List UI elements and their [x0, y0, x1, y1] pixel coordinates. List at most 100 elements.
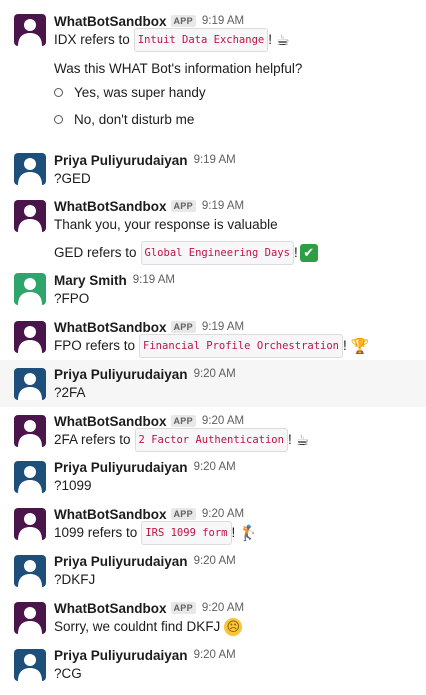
timestamp[interactable]: 9:20 AM [194, 368, 236, 380]
timestamp[interactable]: 9:20 AM [194, 461, 236, 473]
message-user: Priya Puliyurudaiyan 9:20 AM ?2FA [0, 360, 426, 407]
user-avatar[interactable] [14, 368, 46, 400]
message-text: ?1099 [54, 478, 92, 493]
text-after: ! [231, 525, 236, 540]
app-badge: APP [170, 508, 196, 520]
author-name[interactable]: WhatBotSandbox [54, 199, 167, 214]
sad-face-icon: ☹ [224, 618, 243, 636]
author-name[interactable]: Priya Puliyurudaiyan [54, 153, 188, 168]
message-user: Priya Puliyurudaiyan 9:19 AM ?GED [0, 148, 426, 190]
author-name[interactable]: WhatBotSandbox [54, 414, 167, 429]
text-before: 1099 refers to [54, 525, 138, 540]
bot-avatar[interactable] [14, 200, 46, 232]
text-before: 2FA refers to [54, 432, 131, 447]
message-text: Sorry, we couldnt find DKFJ ☹ [54, 617, 422, 637]
app-badge: APP [170, 321, 196, 333]
radio-icon[interactable] [54, 87, 63, 97]
user-avatar[interactable] [14, 273, 46, 305]
radio-option-yes[interactable]: Yes, was super handy [54, 82, 422, 102]
message-text: 1099 refers to IRS 1099 form ! 🏌 [54, 521, 422, 545]
message-bot-ged: WhatBotSandbox APP 9:19 AM Thank you, yo… [0, 194, 426, 266]
message-text: ?GED [54, 171, 91, 186]
timestamp[interactable]: 9:19 AM [202, 321, 244, 333]
message-bot-idx: WhatBotSandbox APP 9:19 AM IDX refers to… [0, 8, 426, 138]
message-header: Priya Puliyurudaiyan 9:20 AM [54, 552, 422, 570]
app-badge: APP [170, 415, 196, 427]
inline-code: Global Engineering Days [140, 241, 294, 265]
author-name[interactable]: Priya Puliyurudaiyan [54, 367, 188, 382]
text-after: ! [293, 245, 298, 260]
message-text: ?DKFJ [54, 572, 96, 587]
timestamp[interactable]: 9:20 AM [194, 649, 236, 661]
coffee-icon: ☕ [295, 431, 310, 449]
bot-avatar[interactable] [14, 415, 46, 447]
user-avatar[interactable] [14, 461, 46, 493]
bot-avatar[interactable] [14, 14, 46, 46]
author-name[interactable]: Priya Puliyurudaiyan [54, 554, 188, 569]
message-user: Priya Puliyurudaiyan 9:20 AM ?DKFJ [0, 549, 426, 593]
text-before: IDX refers to [54, 32, 130, 47]
author-name[interactable]: Priya Puliyurudaiyan [54, 460, 188, 475]
timestamp[interactable]: 9:20 AM [202, 415, 244, 427]
message-text: ?CG [54, 666, 82, 681]
radio-label: Yes, was super handy [74, 84, 206, 100]
user-avatar[interactable] [14, 555, 46, 587]
message-header: WhatBotSandbox APP 9:19 AM [54, 197, 422, 215]
bot-avatar[interactable] [14, 602, 46, 634]
radio-label: No, don't disturb me [74, 111, 195, 127]
timestamp[interactable]: 9:19 AM [133, 274, 175, 286]
author-name[interactable]: WhatBotSandbox [54, 14, 167, 29]
inline-code: Intuit Data Exchange [133, 28, 269, 52]
inline-code: IRS 1099 form [141, 521, 232, 545]
check-mark-icon: ✔ [299, 244, 318, 262]
message-header: WhatBotSandbox APP 9:20 AM [54, 505, 422, 523]
timestamp[interactable]: 9:20 AM [202, 508, 244, 520]
app-badge: APP [170, 200, 196, 212]
text-after: ! [268, 32, 272, 47]
text-before: GED refers to [54, 245, 137, 260]
message-bot-1099: WhatBotSandbox APP 9:20 AM 1099 refers t… [0, 502, 426, 546]
timestamp[interactable]: 9:20 AM [194, 555, 236, 567]
radio-icon[interactable] [54, 114, 63, 124]
timestamp[interactable]: 9:19 AM [202, 200, 244, 212]
trophy-icon: 🏆 [350, 337, 370, 355]
message-body: Sorry, we couldnt find DKFJ [54, 619, 221, 634]
radio-option-no[interactable]: No, don't disturb me [54, 109, 422, 129]
text-after: ! [287, 432, 292, 447]
inline-code: 2 Factor Authentication [134, 428, 288, 452]
message-user: Priya Puliyurudaiyan 9:20 AM ?1099 [0, 455, 426, 499]
golfer-icon: 🏌 [239, 524, 258, 542]
text-before: FPO refers to [54, 338, 136, 353]
message-header: Priya Puliyurudaiyan 9:20 AM [54, 458, 422, 476]
message-text: FPO refers to Financial Profile Orchestr… [54, 334, 422, 358]
message-text: Thank you, your response is valuable [54, 217, 278, 232]
message-header: WhatBotSandbox APP 9:20 AM [54, 599, 422, 617]
bot-avatar[interactable] [14, 321, 46, 353]
author-name[interactable]: WhatBotSandbox [54, 507, 167, 522]
inline-code: Financial Profile Orchestration [139, 334, 343, 358]
user-avatar[interactable] [14, 153, 46, 185]
message-header: Priya Puliyurudaiyan 9:19 AM [54, 151, 422, 169]
message-text: 2FA refers to 2 Factor Authentication ! … [54, 428, 422, 452]
timestamp[interactable]: 9:19 AM [202, 15, 244, 27]
app-badge: APP [170, 602, 196, 614]
text-after: ! [343, 338, 347, 353]
message-bot-fpo: WhatBotSandbox APP 9:19 AM FPO refers to… [0, 315, 426, 359]
message-text: ?FPO [54, 291, 90, 306]
message-bot-2fa: WhatBotSandbox APP 9:20 AM 2FA refers to… [0, 409, 426, 453]
author-name[interactable]: Priya Puliyurudaiyan [54, 648, 188, 663]
author-name[interactable]: WhatBotSandbox [54, 320, 167, 335]
author-name[interactable]: Mary Smith [54, 273, 127, 288]
user-avatar[interactable] [14, 649, 46, 681]
message-user: Priya Puliyurudaiyan 9:20 AM ?CG [0, 643, 426, 687]
message-header: Mary Smith 9:19 AM [54, 271, 422, 289]
timestamp[interactable]: 9:20 AM [202, 602, 244, 614]
message-text: IDX refers to Intuit Data Exchange ! ☕ [54, 28, 422, 52]
message-bot-not-found: WhatBotSandbox APP 9:20 AM Sorry, we cou… [0, 596, 426, 640]
bot-avatar[interactable] [14, 508, 46, 540]
app-badge: APP [170, 15, 196, 27]
timestamp[interactable]: 9:19 AM [194, 154, 236, 166]
message-header: Priya Puliyurudaiyan 9:20 AM [54, 646, 422, 664]
author-name[interactable]: WhatBotSandbox [54, 601, 167, 616]
poll-question: Was this WHAT Bot's information helpful? [54, 61, 303, 76]
